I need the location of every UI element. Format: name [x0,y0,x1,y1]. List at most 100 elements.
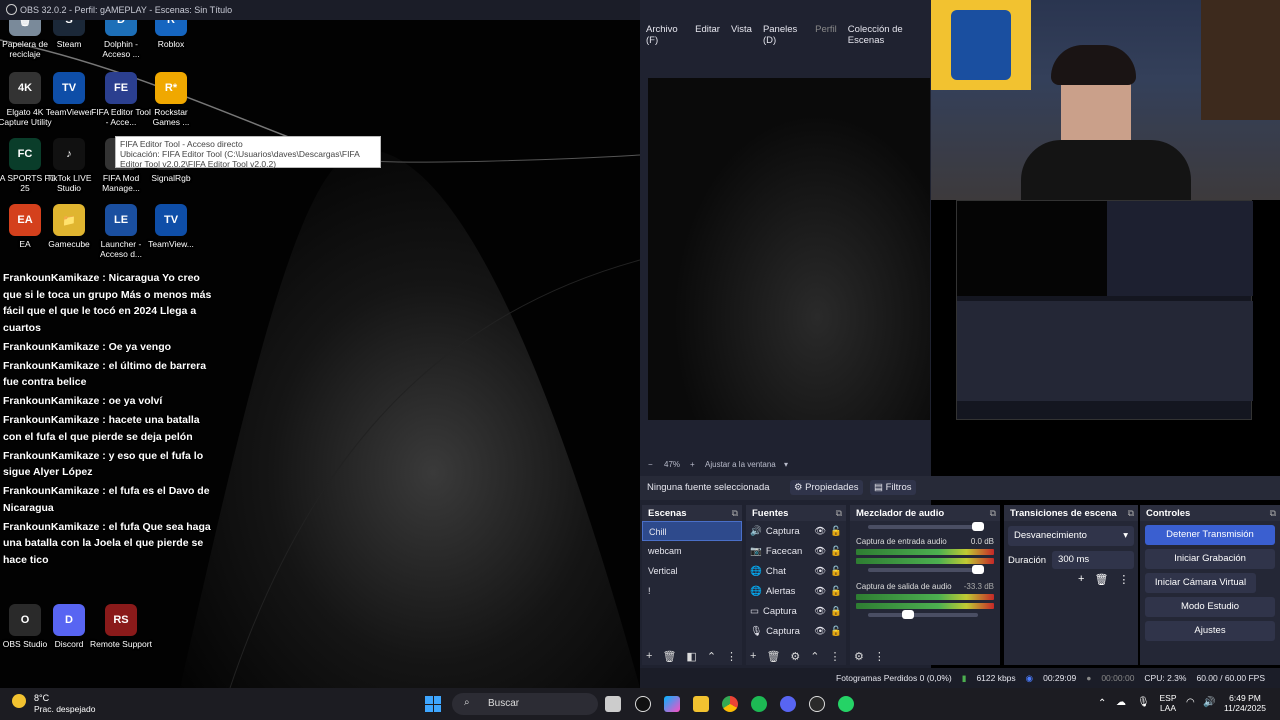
more-button[interactable]: ⋮ [830,650,841,663]
transition-select[interactable]: Desvanecimiento ▾ [1008,526,1134,546]
more-button[interactable]: ⋮ [874,650,885,663]
language-indicator[interactable]: ESP LAA [1156,693,1180,713]
gear-icon: ⚙ [794,482,806,493]
dock-icon[interactable]: ⧉ [1128,508,1134,519]
record-time: 00:00:00 [1101,673,1135,683]
obs-preview[interactable] [648,78,930,420]
discord-icon[interactable] [780,696,796,712]
menu-vista[interactable]: Vista [731,24,752,36]
stream-icon: ◉ [1025,672,1034,683]
duration-input[interactable]: 300 ms [1052,551,1134,569]
eye-icon[interactable]: 👁 [814,566,826,577]
add-scene-button[interactable]: + [646,650,652,663]
mixer-db: -33.3 dB [963,582,994,591]
eye-icon[interactable]: 👁 [814,546,826,557]
clock[interactable]: 6:49 PM 11/24/2025 [1222,693,1268,713]
stop-streaming-button[interactable]: Detener Transmisión [1145,525,1275,545]
dock-icon[interactable]: ⧉ [990,508,996,519]
volume-slider[interactable] [868,522,984,531]
source-item[interactable]: ▭ Captura 👁 🔒 [746,601,846,621]
volume-slider[interactable] [868,610,978,619]
scene-item[interactable]: Vertical [642,561,742,581]
lock-icon[interactable]: 🔓 [830,566,842,577]
chevron-up-icon[interactable]: ⌃ [1098,698,1106,709]
remove-source-button[interactable]: 🗑 [766,650,780,663]
volume-icon[interactable]: 🔊 [1203,697,1215,708]
taskbar-search[interactable]: ⌕ Buscar [452,693,598,715]
more-button[interactable]: ⋮ [1118,573,1129,586]
studio-mode-button[interactable]: Modo Estudio [1145,597,1275,617]
lock-icon[interactable]: 🔓 [830,526,842,537]
chat-message: FrankounKamikaze : el último de barrera … [3,359,207,389]
start-virtual-camera-button[interactable]: Iniciar Cámara Virtual [1145,573,1256,593]
obs-statusbar: Fotogramas Perdidos 0 (0,0%) ▮ 6122 kbps… [640,668,1280,688]
dock-icon[interactable]: ⧉ [836,508,842,519]
dock-icon[interactable]: ⧉ [732,508,738,519]
webcam-feed [931,0,1280,200]
menu-perfil[interactable]: Perfil [815,24,837,36]
wifi-icon[interactable]: ◠ [1186,697,1195,708]
task-view-icon[interactable] [605,696,621,712]
remove-scene-button[interactable]: 🗑 [662,650,676,663]
menu-coleccion[interactable]: Colección de Escenas [848,24,925,46]
filters-button[interactable]: ▤ Filtros [870,480,916,495]
tooltip-title: FIFA Editor Tool - Acceso directo [120,139,243,149]
scene-item[interactable]: ! [642,581,742,601]
cloud-icon[interactable]: ☁ [1116,697,1126,708]
scene-item[interactable]: webcam [642,541,742,561]
eye-icon[interactable]: 👁 [814,526,826,537]
mixer-channel-name: Captura de salida de audio [856,582,952,591]
eye-icon[interactable]: 👁 [814,626,826,637]
windows-start-icon[interactable] [425,696,441,712]
eye-icon[interactable]: 👁 [814,586,826,597]
move-up-button[interactable]: ⌃ [810,650,819,663]
chatgpt-icon[interactable] [635,696,651,712]
move-up-button[interactable]: ⌃ [707,650,716,663]
mixer-channel-name: Captura de entrada audio [856,537,947,546]
advanced-audio-button[interactable]: ⚙ [854,650,864,663]
desktop-icon-label: SignalRgb [151,173,191,183]
source-item[interactable]: 🔊 Captura 👁 🔓 [746,521,846,541]
menu-archivo[interactable]: Archivo (F) [646,24,684,46]
scenes-title: Escenas [648,508,687,519]
lock-icon[interactable]: 🔓 [830,586,842,597]
chat-message: FrankounKamikaze : el fufa Que sea haga … [3,520,211,566]
dock-icon[interactable]: ⧉ [1270,508,1276,519]
filters-label: Filtros [885,482,912,493]
lock-icon[interactable]: 🔒 [830,606,842,617]
lock-icon[interactable]: 🔓 [830,546,842,557]
add-source-button[interactable]: + [750,650,756,663]
file-explorer-icon[interactable] [693,696,709,712]
source-item[interactable]: 📷 Facecan 👁 🔓 [746,541,846,561]
menu-paneles[interactable]: Paneles (D) [763,24,804,46]
source-settings-button[interactable]: ⚙ [790,650,800,663]
settings-button[interactable]: Ajustes [1145,621,1275,641]
source-item[interactable]: 🌐 Chat 👁 🔓 [746,561,846,581]
copilot-icon[interactable] [664,696,680,712]
obs-icon[interactable] [809,696,825,712]
menu-editar[interactable]: Editar [695,24,720,36]
scene-filter-button[interactable]: ◧ [686,650,696,663]
desktop-icon[interactable]: TV TeamView... [140,204,202,249]
scene-item[interactable]: Chill [642,521,742,541]
source-item[interactable]: 🌐 Alertas 👁 🔓 [746,581,846,601]
fit-window-select[interactable]: Ajustar a la ventana [705,460,776,469]
chrome-icon[interactable] [722,696,738,712]
eye-icon[interactable]: 👁 [814,606,826,617]
desktop-icon[interactable]: R* Rockstar Games ... [140,72,202,127]
transition-value: Desvanecimiento [1014,530,1087,541]
remove-transition-button[interactable]: 🗑 [1094,573,1108,586]
whatsapp-icon[interactable] [838,696,854,712]
microphone-icon[interactable]: 🎙 [1137,697,1150,708]
more-button[interactable]: ⋮ [726,650,737,663]
add-transition-button[interactable]: + [1078,573,1084,586]
start-recording-button[interactable]: Iniciar Grabación [1145,549,1275,569]
zoom-in-button[interactable]: + [690,460,695,469]
properties-button[interactable]: ⚙ Propiedades [790,480,863,495]
lock-icon[interactable]: 🔓 [830,626,842,637]
volume-slider[interactable] [868,565,984,574]
source-item[interactable]: 🎙 Captura 👁 🔓 [746,621,846,641]
zoom-out-button[interactable]: − [648,460,653,469]
desktop-icon[interactable]: RS Remote Support [90,604,152,649]
spotify-icon[interactable] [751,696,767,712]
